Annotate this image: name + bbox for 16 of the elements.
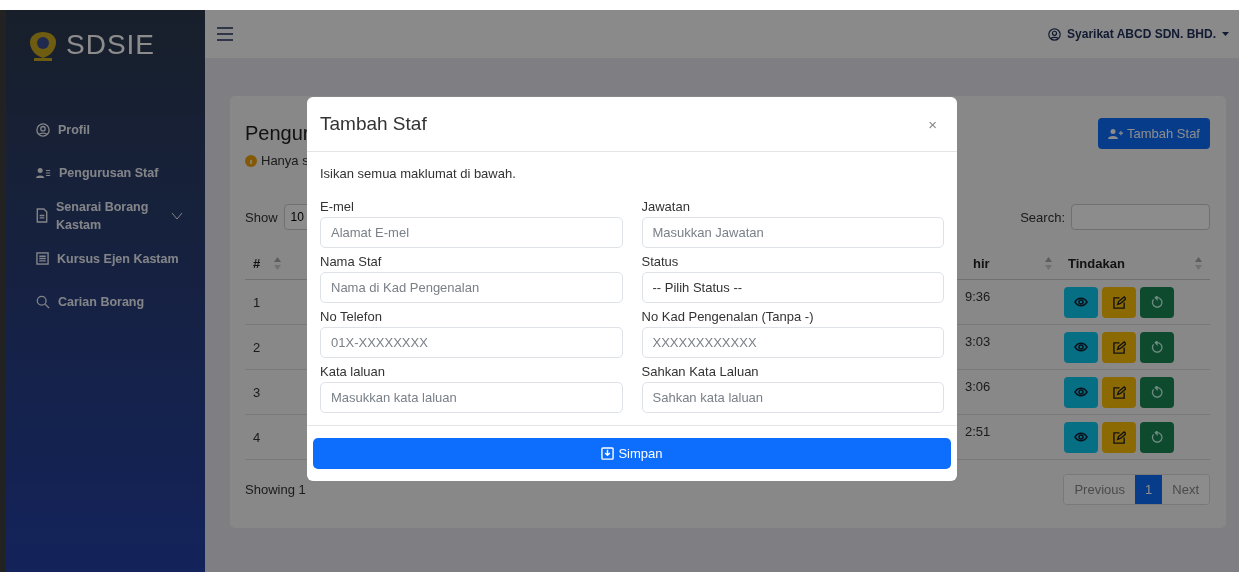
field-label: Nama Staf xyxy=(320,254,383,269)
field-label: No Kad Pengenalan (Tanpa -) xyxy=(641,309,815,324)
search-label: Search: xyxy=(1020,209,1065,225)
table-cell: 3:06 xyxy=(965,370,1060,415)
field-label: Jawatan xyxy=(641,199,691,214)
show-label: Show xyxy=(245,209,278,225)
logo-text: SDSIE xyxy=(66,29,156,61)
intro-text: Isikan semua maklumat di bawah. xyxy=(320,166,517,181)
table-cell: 3:03 xyxy=(965,325,1060,370)
table-cell: 2:51 xyxy=(965,415,1060,460)
field-label: No Telefon xyxy=(320,309,383,324)
field-label: Status xyxy=(641,254,680,269)
modal-title: Tambah Staf xyxy=(320,113,427,135)
table-cell: 9:36 xyxy=(965,280,1060,325)
page-title: Pengur xyxy=(245,122,310,145)
table-info: Showing 1 xyxy=(245,482,306,497)
